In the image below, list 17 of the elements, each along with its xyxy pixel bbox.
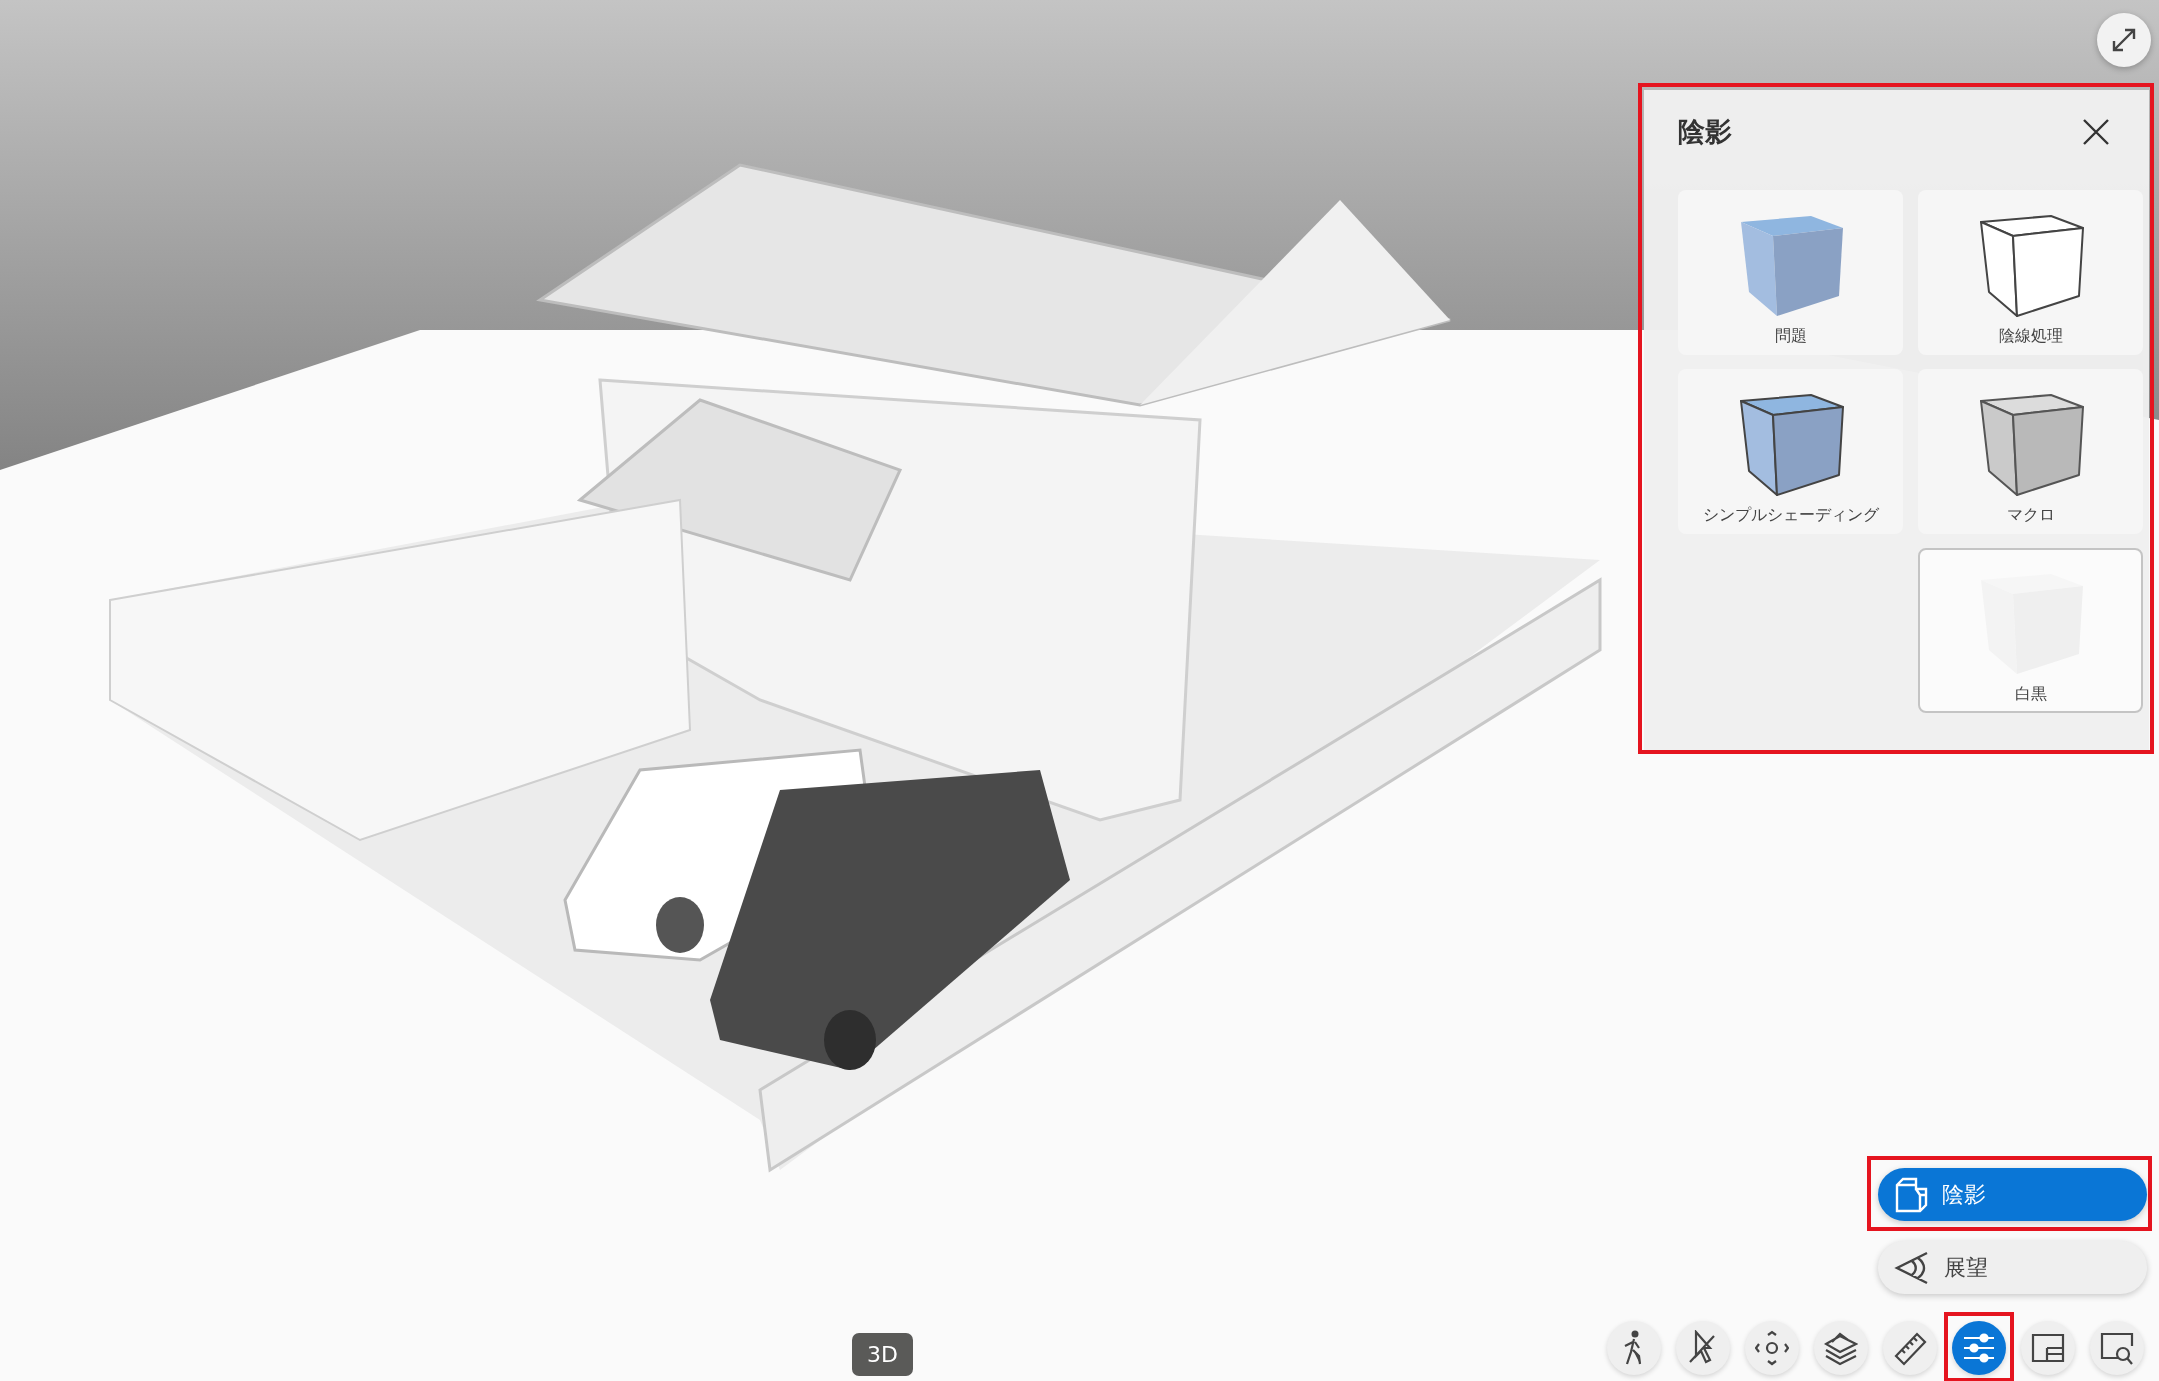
mode-menu-button[interactable]: 展望 [1878, 1241, 2147, 1294]
search-icon [2100, 1330, 2134, 1366]
shading-mode-tile[interactable]: マクロ [1918, 369, 2143, 534]
mode-menu-button[interactable]: 陰影 [1878, 1168, 2147, 1221]
layers-icon [1824, 1330, 1858, 1366]
eye-icon [1894, 1249, 1930, 1286]
move-icon [1755, 1330, 1789, 1366]
expand-icon [2110, 26, 2138, 54]
shading-mode-tile[interactable]: 陰線処理 [1918, 190, 2143, 355]
box-icon [1894, 1176, 1928, 1213]
ruler-icon [1893, 1330, 1927, 1366]
shading-mode-tile[interactable]: 問題 [1678, 190, 1903, 355]
close-icon[interactable] [2081, 117, 2111, 147]
shading-mode-tile[interactable]: 白黒 [1918, 548, 2143, 713]
view-mode-badge: 3D [852, 1333, 913, 1376]
shading-mode-tile[interactable]: シンプルシェーディング [1678, 369, 1903, 534]
panel-title: 陰影 [1678, 115, 1732, 149]
